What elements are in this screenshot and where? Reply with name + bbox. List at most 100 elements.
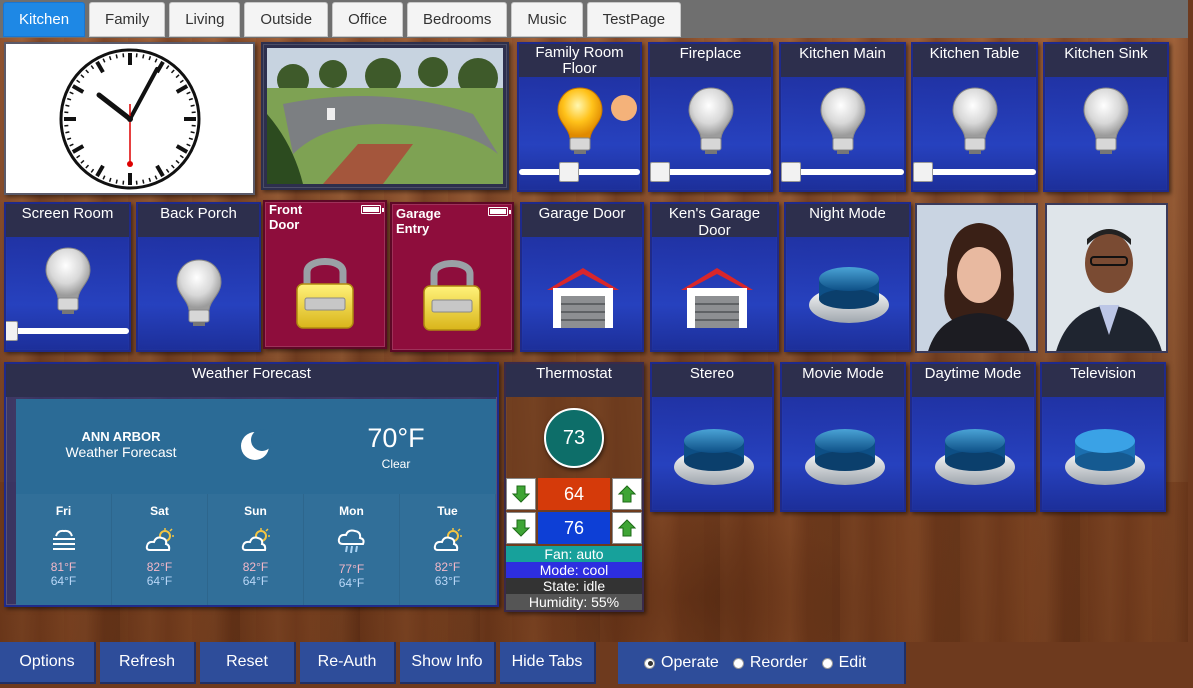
movie-mode-button[interactable]: Movie Mode: [780, 362, 906, 512]
padlock-locked-icon: [296, 258, 354, 329]
clock-tick: [115, 54, 118, 59]
push-button-icon: [1065, 429, 1145, 485]
current-temperature-readout: 73: [544, 408, 604, 468]
heat-setpoint: 64: [538, 478, 610, 510]
forecast-high: 82°F: [146, 560, 173, 574]
dim-level-indicator: [611, 95, 637, 121]
garage-name: Ken's Garage Door: [652, 204, 777, 239]
forecast-day: Sat 82°F 64°F: [112, 494, 208, 605]
reauth-button[interactable]: Re-Auth: [300, 642, 396, 684]
forecast-day-name: Tue: [437, 504, 458, 518]
options-button[interactable]: Options: [0, 642, 96, 684]
heat-setpoint-row: 64: [506, 478, 642, 510]
lock-name-line1: Garage: [396, 206, 441, 221]
button-name: Television: [1042, 364, 1164, 397]
light-name: Kitchen Table: [913, 44, 1036, 77]
light-back-porch[interactable]: Back Porch: [136, 202, 261, 352]
reset-button[interactable]: Reset: [200, 642, 296, 684]
brightness-slider[interactable]: [913, 162, 1036, 182]
brightness-slider[interactable]: [519, 162, 640, 182]
tab-family[interactable]: Family: [89, 2, 166, 37]
light-name-line1: Family Room: [535, 44, 624, 61]
edit-radio[interactable]: Edit: [821, 654, 866, 672]
reorder-radio[interactable]: Reorder: [732, 654, 808, 672]
lock-garage-entry[interactable]: Garage Entry: [390, 202, 514, 352]
room-tab-bar: Kitchen Family Living Outside Office Bed…: [0, 0, 1188, 38]
lightbulb-on-icon: [556, 87, 603, 154]
light-kitchen-sink[interactable]: Kitchen Sink: [1043, 42, 1169, 192]
hide-tabs-button[interactable]: Hide Tabs: [500, 642, 596, 684]
cool-up-button[interactable]: [612, 512, 642, 544]
weather-title: Weather Forecast: [6, 364, 497, 397]
light-name: Back Porch: [138, 204, 259, 237]
light-name: Screen Room: [6, 204, 129, 237]
button-name: Movie Mode: [782, 364, 904, 397]
mode-selector: Operate Reorder Edit: [618, 642, 906, 684]
slider-handle[interactable]: [6, 321, 18, 341]
current-condition: Clear: [381, 457, 411, 471]
clock-tick: [190, 104, 195, 107]
thermostat-tile: Thermostat 73 64 76 Fan: auto Mode: cool…: [504, 362, 644, 612]
heat-up-button[interactable]: [612, 478, 642, 510]
light-family-room-floor[interactable]: Family Room Floor: [517, 42, 642, 192]
slider-handle[interactable]: [913, 162, 933, 182]
television-button[interactable]: Television: [1040, 362, 1166, 512]
brightness-slider[interactable]: [650, 162, 771, 182]
tab-office[interactable]: Office: [332, 2, 404, 37]
tab-music[interactable]: Music: [511, 2, 583, 37]
slider-handle[interactable]: [559, 162, 579, 182]
heat-down-button[interactable]: [506, 478, 536, 510]
clock-face-icon: [59, 48, 201, 190]
fan-status[interactable]: Fan: auto: [506, 546, 642, 562]
radio-unselected-icon: [821, 657, 833, 669]
light-name: Fireplace: [650, 44, 771, 77]
cool-down-button[interactable]: [506, 512, 536, 544]
tab-testpage[interactable]: TestPage: [586, 2, 682, 37]
arrow-down-icon: [511, 519, 531, 537]
tab-kitchen[interactable]: Kitchen: [3, 2, 86, 37]
forecast-low: 64°F: [146, 574, 173, 588]
arrow-down-icon: [511, 485, 531, 503]
slider-handle[interactable]: [650, 162, 670, 182]
garage-closed-icon: [547, 268, 619, 328]
kens-garage-door-tile[interactable]: Ken's Garage Door: [650, 202, 779, 352]
brightness-slider[interactable]: [6, 321, 129, 341]
tab-living[interactable]: Living: [169, 2, 241, 37]
lightbulb-off-icon: [175, 259, 222, 326]
tab-bedrooms[interactable]: Bedrooms: [407, 2, 508, 37]
operate-radio[interactable]: Operate: [644, 654, 719, 672]
driveway-camera[interactable]: [261, 42, 509, 190]
clock-tick: [65, 131, 70, 134]
clock-tick: [190, 131, 195, 134]
forecast-low: 64°F: [338, 576, 365, 590]
show-info-button[interactable]: Show Info: [400, 642, 496, 684]
light-screen-room[interactable]: Screen Room: [4, 202, 131, 352]
forecast-low: 63°F: [434, 574, 461, 588]
thermostat-title: Thermostat: [506, 364, 642, 397]
refresh-button[interactable]: Refresh: [100, 642, 196, 684]
garage-door-tile[interactable]: Garage Door: [520, 202, 644, 352]
tab-outside[interactable]: Outside: [244, 2, 329, 37]
forecast-day: Sun 82°F 64°F: [208, 494, 304, 605]
light-kitchen-table[interactable]: Kitchen Table: [911, 42, 1038, 192]
lock-name-line2: Entry: [396, 221, 430, 236]
lightbulb-off-icon: [819, 87, 866, 154]
light-fireplace[interactable]: Fireplace: [648, 42, 773, 192]
light-name: Kitchen Sink: [1045, 44, 1167, 77]
slider-handle[interactable]: [781, 162, 801, 182]
forecast-day: Fri 81°F 64°F: [16, 494, 112, 605]
push-button-icon: [674, 429, 754, 485]
push-button-icon: [935, 429, 1015, 485]
garage-closed-icon: [681, 268, 753, 328]
brightness-slider[interactable]: [781, 162, 904, 182]
mode-status[interactable]: Mode: cool: [506, 562, 642, 578]
lock-front-door[interactable]: Front Door: [263, 200, 387, 349]
weather-panel: ANN ARBOR Weather Forecast 70°F Clear Fr…: [16, 399, 496, 605]
night-mode-button[interactable]: Night Mode: [784, 202, 911, 352]
light-kitchen-main[interactable]: Kitchen Main: [779, 42, 906, 192]
stereo-button[interactable]: Stereo: [650, 362, 774, 512]
lightbulb-off-icon: [44, 247, 91, 314]
daytime-mode-button[interactable]: Daytime Mode: [910, 362, 1036, 512]
reorder-label: Reorder: [749, 654, 808, 671]
weather-forecast-tile: Weather Forecast ANN ARBOR Weather Forec…: [4, 362, 499, 607]
